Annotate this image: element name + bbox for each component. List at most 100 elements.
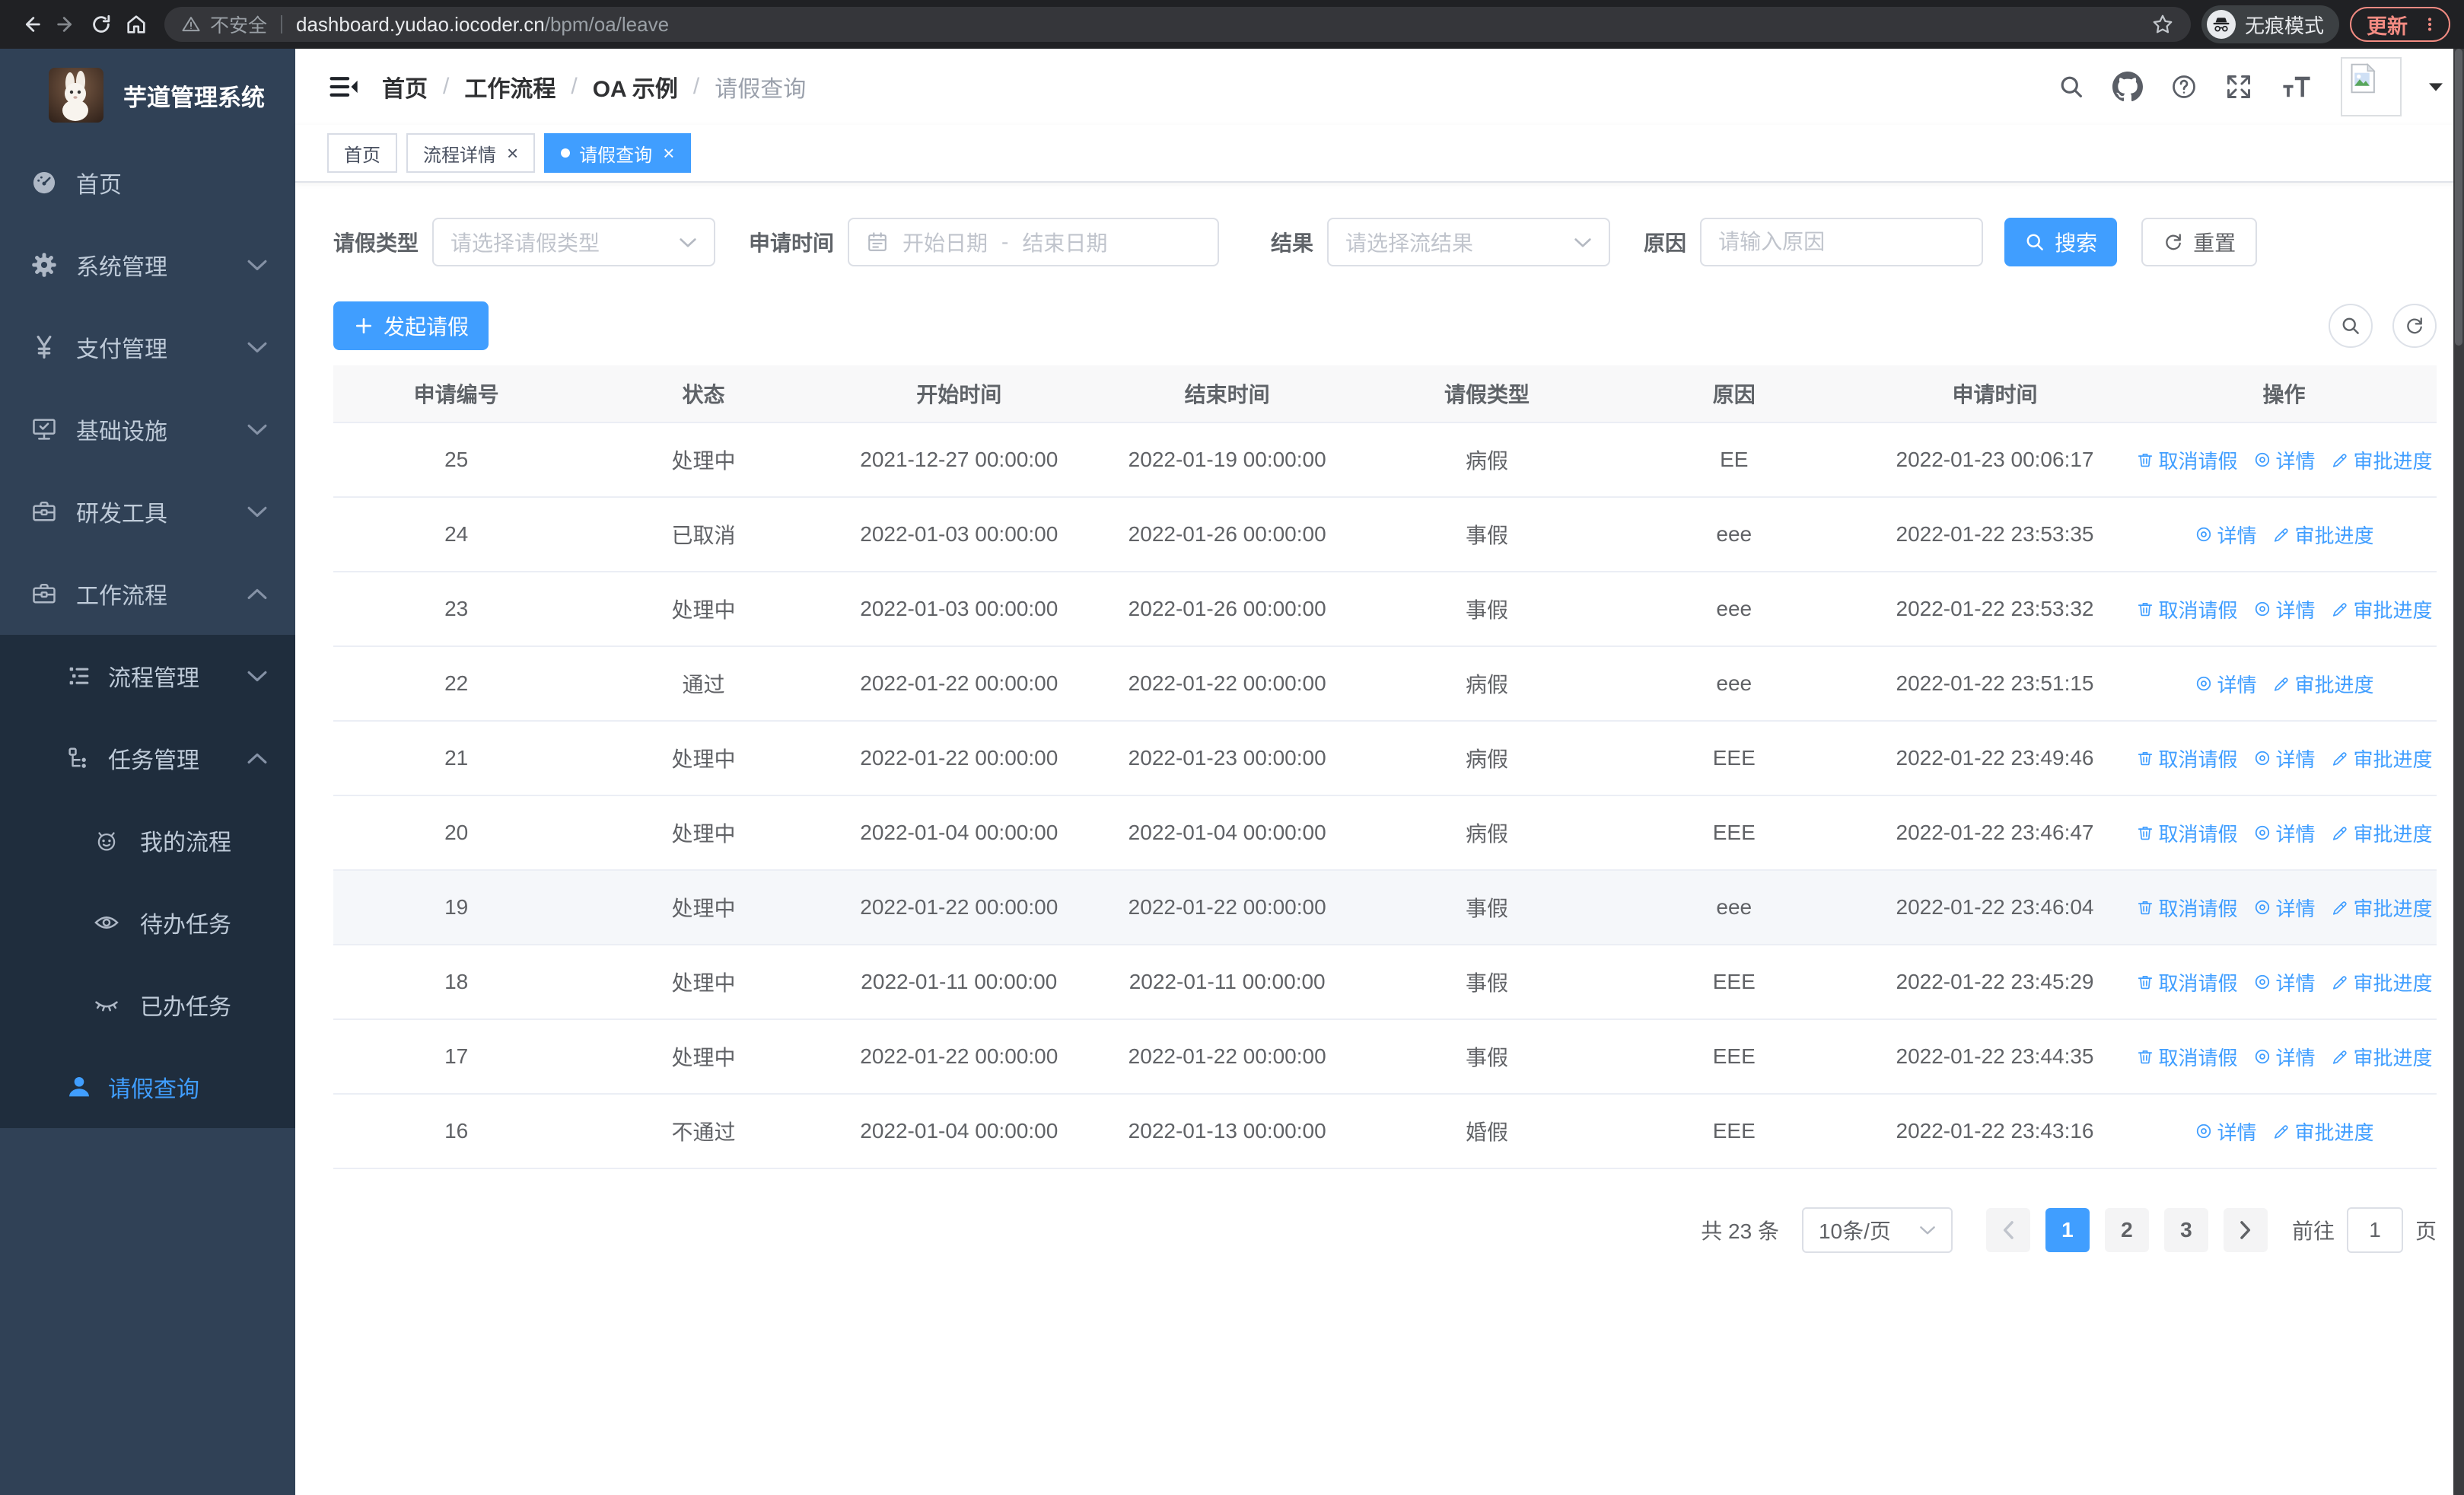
sidebar-item-gear[interactable]: 系统管理 bbox=[0, 224, 295, 306]
action-progress-link[interactable]: 审批进度 bbox=[2272, 1117, 2374, 1146]
sidebar-item-toolbox[interactable]: 研发工具 bbox=[0, 470, 295, 553]
browser-menu-icon[interactable] bbox=[2420, 14, 2440, 34]
sidebar-collapse-button[interactable] bbox=[327, 72, 359, 101]
sidebar-item-yen[interactable]: 支付管理 bbox=[0, 306, 295, 388]
action-cancel-link[interactable]: 取消请假 bbox=[2136, 446, 2238, 474]
action-label: 审批进度 bbox=[2294, 673, 2374, 696]
action-detail-link[interactable]: 详情 bbox=[2253, 595, 2316, 623]
search-icon[interactable] bbox=[2058, 73, 2085, 100]
tab-view[interactable]: 请假查询 × bbox=[544, 133, 692, 173]
sidebar-item-monitor[interactable]: 基础设施 bbox=[0, 388, 295, 470]
reset-button[interactable]: 重置 bbox=[2141, 218, 2258, 266]
sidebar-item-toolbox[interactable]: 工作流程 bbox=[0, 553, 295, 635]
action-cancel-link[interactable]: 取消请假 bbox=[2136, 595, 2238, 623]
action-detail-link[interactable]: 详情 bbox=[2253, 744, 2316, 773]
sidebar-item-robot[interactable]: 我的流程 bbox=[0, 799, 295, 881]
sidebar-item-eye[interactable]: 待办任务 bbox=[0, 881, 295, 964]
tab-home[interactable]: 首页 bbox=[327, 133, 397, 173]
logo-row[interactable]: 芋道管理系统 bbox=[0, 49, 295, 142]
avatar[interactable] bbox=[2341, 57, 2402, 116]
action-progress-link[interactable]: 审批进度 bbox=[2331, 595, 2433, 623]
next-page-button[interactable] bbox=[2223, 1208, 2268, 1252]
close-icon[interactable]: × bbox=[663, 143, 674, 163]
cell-id: 24 bbox=[444, 522, 469, 546]
action-cancel-link[interactable]: 取消请假 bbox=[2136, 1043, 2238, 1071]
goto-suffix: 页 bbox=[2415, 1219, 2437, 1243]
sidebar-item-dashboard[interactable]: 首页 bbox=[0, 142, 295, 224]
reason-field-wrap bbox=[1700, 218, 1984, 266]
action-progress-link[interactable]: 审批进度 bbox=[2331, 819, 2433, 847]
action-progress-link[interactable]: 审批进度 bbox=[2272, 670, 2374, 698]
action-cancel-link[interactable]: 取消请假 bbox=[2136, 744, 2238, 773]
robot-icon bbox=[93, 827, 120, 854]
font-size-icon[interactable] bbox=[2280, 73, 2313, 100]
action-cancel-link[interactable]: 取消请假 bbox=[2136, 894, 2238, 922]
page-size-select[interactable]: 10条/页 bbox=[1801, 1207, 1953, 1253]
cell-id: 16 bbox=[444, 1119, 469, 1143]
prev-page-button[interactable] bbox=[1985, 1208, 2030, 1252]
create-leave-button[interactable]: 发起请假 bbox=[333, 301, 489, 350]
breadcrumb-item[interactable]: 工作流程 bbox=[464, 70, 556, 104]
leave-type-select[interactable]: 请选择请假类型 bbox=[432, 218, 716, 266]
action-progress-link[interactable]: 审批进度 bbox=[2331, 446, 2433, 474]
scrollbar-thumb[interactable] bbox=[2455, 49, 2462, 346]
reason-input[interactable] bbox=[1702, 219, 1982, 265]
action-progress-link[interactable]: 审批进度 bbox=[2331, 744, 2433, 773]
column-header: 申请时间 bbox=[1952, 383, 2038, 406]
sidebar-item-tree[interactable]: 任务管理 bbox=[0, 717, 295, 799]
page-button-2[interactable]: 2 bbox=[2104, 1208, 2149, 1252]
action-detail-link[interactable]: 详情 bbox=[2195, 521, 2257, 549]
tags-view-bar: 首页 流程详情 × 请假查询 × bbox=[295, 125, 2464, 183]
action-cancel-link[interactable]: 取消请假 bbox=[2136, 968, 2238, 996]
refresh-table-button[interactable] bbox=[2392, 304, 2437, 348]
action-detail-link[interactable]: 详情 bbox=[2253, 968, 2316, 996]
url-bar[interactable]: 不安全 dashboard.yudao.iocoder.cn/bpm/oa/le… bbox=[164, 7, 2191, 42]
browser-reload-button[interactable] bbox=[84, 7, 119, 42]
action-detail-link[interactable]: 详情 bbox=[2253, 819, 2316, 847]
cell-status: 处理中 bbox=[671, 971, 736, 995]
help-icon[interactable] bbox=[2170, 73, 2198, 100]
action-progress-link[interactable]: 审批进度 bbox=[2331, 1043, 2433, 1071]
result-select[interactable]: 请选择流结果 bbox=[1327, 218, 1611, 266]
toggle-search-button[interactable] bbox=[2329, 304, 2373, 348]
close-icon[interactable]: × bbox=[507, 143, 518, 163]
search-button[interactable]: 搜索 bbox=[2004, 218, 2118, 266]
cell-apply_time: 2022-01-22 23:51:15 bbox=[1896, 671, 2094, 695]
goto-page-input[interactable]: 1 bbox=[2346, 1207, 2403, 1253]
cell-start: 2022-01-04 00:00:00 bbox=[860, 1119, 1059, 1143]
apply-time-label: 申请时间 bbox=[749, 231, 835, 255]
cell-status: 已取消 bbox=[671, 524, 736, 547]
sidebar-item-user[interactable]: 请假查询 bbox=[0, 1046, 295, 1128]
action-detail-link[interactable]: 详情 bbox=[2195, 1117, 2257, 1146]
action-cancel-link[interactable]: 取消请假 bbox=[2136, 819, 2238, 847]
sidebar-item-eye-closed[interactable]: 已办任务 bbox=[0, 964, 295, 1046]
action-progress-link[interactable]: 审批进度 bbox=[2272, 521, 2374, 549]
page-button-1[interactable]: 1 bbox=[2045, 1208, 2090, 1252]
user-menu-caret-icon[interactable] bbox=[2429, 82, 2443, 91]
cell-type: 事假 bbox=[1466, 598, 1509, 622]
browser-update-button[interactable]: 更新 bbox=[2350, 7, 2450, 42]
action-detail-link[interactable]: 详情 bbox=[2253, 446, 2316, 474]
browser-home-button[interactable] bbox=[119, 7, 154, 42]
bookmark-star-icon[interactable] bbox=[2151, 13, 2174, 36]
tab-view[interactable]: 流程详情 × bbox=[406, 133, 536, 173]
fullscreen-icon[interactable] bbox=[2225, 73, 2252, 100]
apply-time-range-picker[interactable]: 开始日期 - 结束日期 bbox=[848, 218, 1220, 266]
search-icon bbox=[2024, 231, 2045, 253]
browser-scrollbar[interactable] bbox=[2453, 49, 2464, 1495]
github-icon[interactable] bbox=[2112, 72, 2143, 102]
cell-start: 2022-01-22 00:00:00 bbox=[860, 1044, 1059, 1068]
breadcrumb-item[interactable]: OA 示例 bbox=[593, 70, 678, 104]
breadcrumb-item[interactable]: 首页 bbox=[382, 70, 428, 104]
page-button-3[interactable]: 3 bbox=[2163, 1208, 2208, 1252]
action-detail-link[interactable]: 详情 bbox=[2253, 894, 2316, 922]
sidebar-item-list[interactable]: 流程管理 bbox=[0, 635, 295, 717]
browser-forward-button[interactable] bbox=[49, 7, 84, 42]
column-header: 结束时间 bbox=[1184, 383, 1270, 406]
action-detail-link[interactable]: 详情 bbox=[2195, 670, 2257, 698]
action-label: 详情 bbox=[2275, 1046, 2316, 1069]
action-progress-link[interactable]: 审批进度 bbox=[2331, 968, 2433, 996]
browser-back-button[interactable] bbox=[14, 7, 49, 42]
action-progress-link[interactable]: 审批进度 bbox=[2331, 894, 2433, 922]
action-detail-link[interactable]: 详情 bbox=[2253, 1043, 2316, 1071]
